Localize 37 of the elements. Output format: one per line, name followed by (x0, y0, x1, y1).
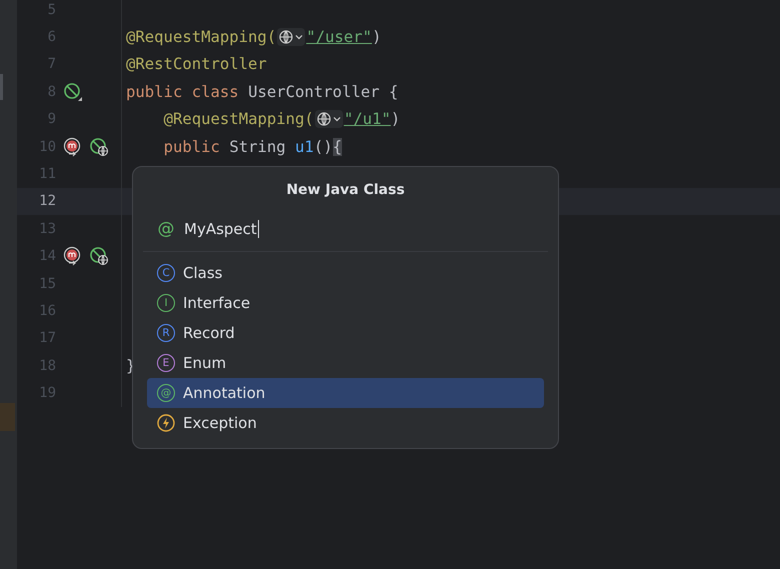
string-literal: "/u1" (344, 110, 391, 128)
class-kind-item[interactable]: C Class (147, 258, 544, 288)
kind-badge-icon: R (157, 324, 175, 342)
annotation-text: @RequestMapping( (126, 28, 276, 46)
keyword-text: public (164, 138, 221, 156)
code-text: ) (372, 28, 382, 46)
code-text: () (314, 138, 333, 156)
name-field[interactable]: @ MyAspect (157, 217, 544, 241)
string-literal: "/user" (306, 28, 372, 46)
method-icon[interactable] (63, 246, 83, 266)
code-text: UserController { (248, 82, 398, 101)
code-text: String (229, 138, 287, 156)
annotation-icon: @ (157, 219, 175, 239)
brace-text: { (332, 138, 342, 156)
scroll-marker (0, 74, 3, 100)
code-text: ) (390, 110, 400, 128)
kind-badge-icon: C (157, 264, 175, 282)
globe-hint-icon[interactable] (277, 28, 306, 46)
popup-title: New Java Class (285, 182, 406, 198)
globe-hint-icon[interactable] (314, 110, 343, 128)
kind-badge-icon: I (157, 294, 175, 312)
annotation-text: @RequestMapping( (164, 110, 314, 128)
method-name: u1 (295, 138, 314, 156)
annotation-text: @RestController (126, 55, 267, 74)
class-kind-item[interactable]: E Enum (147, 348, 544, 378)
class-kind-item[interactable]: Exception (147, 408, 544, 438)
kind-badge-icon: @ (157, 384, 175, 402)
line-number: 12 (38, 193, 56, 210)
endpoint-icon[interactable] (89, 136, 109, 157)
method-icon[interactable] (63, 136, 83, 157)
class-kind-item[interactable]: @ Annotation (147, 378, 544, 408)
class-kind-item[interactable]: R Record (147, 318, 544, 348)
endpoint-icon[interactable] (89, 246, 109, 266)
kind-badge-icon: E (157, 354, 175, 372)
bean-icon[interactable] (63, 82, 83, 102)
keyword-text: public class (126, 82, 240, 101)
class-kind-item[interactable]: I Interface (147, 288, 544, 318)
